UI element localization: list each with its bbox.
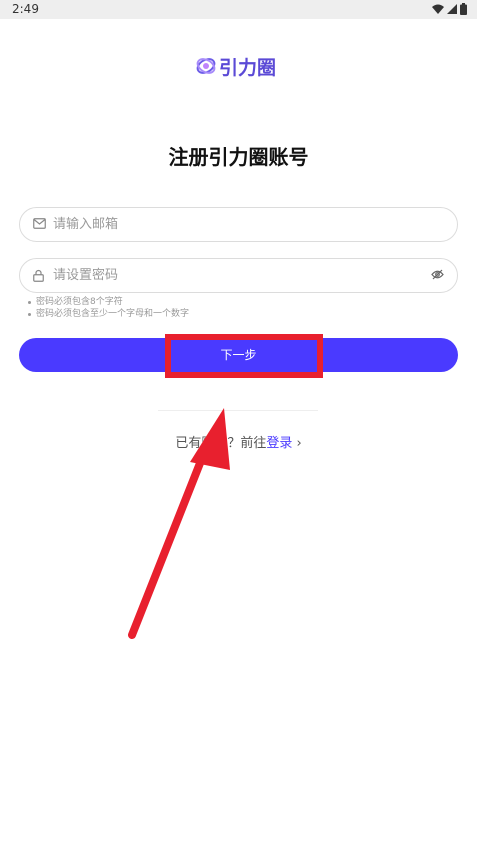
status-icons [432,3,467,15]
signal-icon [447,4,457,14]
highlight-box [165,334,323,378]
status-time: 2:49 [12,2,39,16]
bullet-icon [28,300,31,304]
login-row: 已有账号？前往登录 › [0,432,477,451]
battery-icon [460,3,467,15]
wifi-icon [432,4,444,14]
arrow-shaft [128,444,210,639]
page-title: 注册引力圈账号 [168,145,309,169]
status-bar: 2:49 [0,0,477,19]
password-field[interactable] [19,258,458,293]
login-prompt: 已有账号？前往 [175,436,267,451]
bullet-icon [28,312,31,316]
app-logo: 引力圈 [196,53,276,79]
arrow-annotation [128,408,230,639]
password-input[interactable] [53,259,423,292]
email-input[interactable] [53,208,423,241]
email-field[interactable] [19,207,458,242]
eye-off-icon[interactable] [431,269,444,280]
logo-icon [196,58,216,74]
hint-item: 密码必须包含8个字符 [28,296,189,308]
signup-screen: 2:49 引力圈 注册引力圈账号 请输入邮箱 密码必须包含8个字符 密码必须包含… [0,0,477,848]
lock-icon [33,269,44,282]
hint-text: 密码必须包含8个字符 [36,297,123,307]
logo-text: 引力圈 [219,56,277,79]
mail-icon [33,218,46,229]
chevron-right-icon: › [296,436,302,451]
password-hints: 密码必须包含8个字符 密码必须包含至少一个字母和一个数字 [28,296,189,320]
divider [158,410,318,411]
login-link[interactable]: 登录 [266,436,292,451]
hint-text: 密码必须包含至少一个字母和一个数字 [36,309,190,319]
hint-item: 密码必须包含至少一个字母和一个数字 [28,308,189,320]
